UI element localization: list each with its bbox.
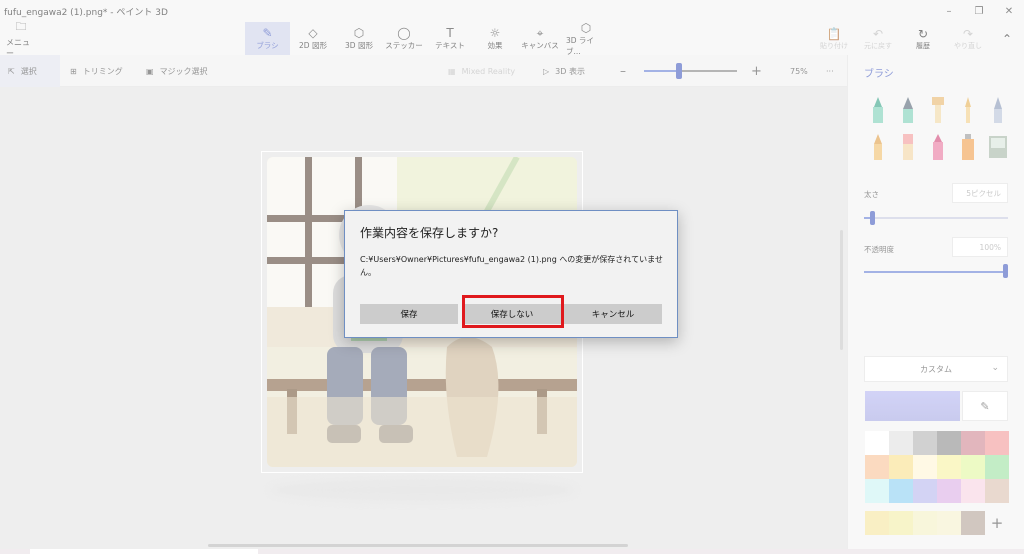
cancel-button[interactable]: キャンセル [564, 304, 662, 324]
dialog-title: 作業内容を保存しますか? [360, 226, 499, 240]
dialog-message: C:¥Users¥Owner¥Pictures¥fufu_engawa2 (1)… [360, 255, 663, 277]
highlight-box [462, 295, 564, 328]
save-button[interactable]: 保存 [360, 304, 458, 324]
